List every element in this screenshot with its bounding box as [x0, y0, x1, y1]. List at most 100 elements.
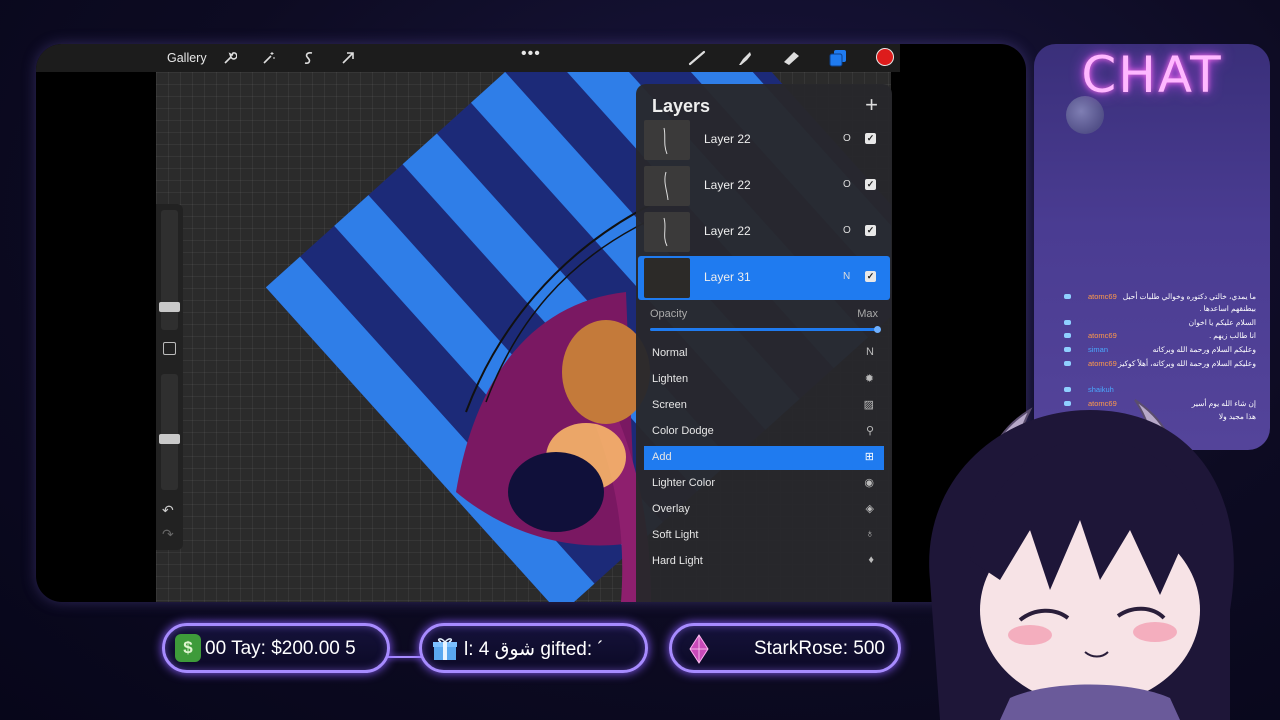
modify-button[interactable] — [163, 342, 176, 355]
layer-row[interactable]: Layer 22 O ✓ — [638, 118, 890, 162]
layers-icon[interactable] — [829, 50, 847, 67]
blend-mode-label: Normal — [652, 347, 688, 359]
opacity-slider-knob[interactable] — [874, 326, 881, 333]
blend-mode-label: Soft Light — [652, 529, 699, 541]
hatch-icon: ▨ — [863, 399, 874, 411]
layer-visibility-checkbox[interactable]: ✓ — [865, 225, 876, 236]
magic-wand-icon[interactable] — [262, 50, 276, 66]
right-blush — [1133, 622, 1177, 642]
chat-title: CHAT — [1081, 46, 1223, 104]
blend-mode-label: Hard Light — [652, 555, 703, 567]
gem-icon — [689, 634, 709, 664]
chat-username[interactable]: atomc69 — [1088, 359, 1117, 368]
opacity-slider[interactable] — [650, 326, 881, 333]
badge-icon — [1064, 333, 1071, 338]
chat-username[interactable]: atomc69 — [1088, 292, 1117, 301]
brush-size-slider[interactable] — [159, 210, 180, 330]
layer-thumbnail — [644, 212, 690, 252]
layer-visibility-checkbox[interactable]: ✓ — [865, 271, 876, 282]
layer-blend-mode[interactable]: N — [843, 271, 850, 282]
normal-icon: N — [866, 346, 874, 358]
stack-icon: ◈ — [865, 503, 874, 515]
blend-mode-label: Add — [652, 451, 672, 463]
brush-size-knob[interactable] — [159, 302, 180, 312]
layer-blend-mode[interactable]: O — [843, 133, 851, 144]
blend-mode-normal[interactable]: Normal N — [644, 342, 884, 366]
add-layer-button[interactable]: + — [865, 92, 878, 118]
layer-name: Layer 22 — [704, 132, 751, 146]
blend-mode-screen[interactable]: Screen ▨ — [644, 394, 884, 418]
tip-goal-box: $ 00 Tay: $200.00 5 — [162, 623, 390, 673]
layer-thumbnail — [644, 120, 690, 160]
transform-arrow-icon[interactable] — [341, 50, 355, 66]
layer-row-selected[interactable]: Layer 31 N ✓ — [638, 256, 890, 300]
blend-mode-label: Color Dodge — [652, 425, 714, 437]
circle-icon: ◉ — [864, 477, 874, 489]
chat-text: بيطنقهم اساعدها . — [1199, 304, 1256, 313]
layer-name: Layer 31 — [704, 270, 751, 284]
layer-row[interactable]: Layer 22 O ✓ — [638, 210, 890, 254]
redo-button[interactable]: ↷ — [162, 526, 174, 543]
selection-icon[interactable] — [302, 50, 316, 66]
vtuber-avatar — [929, 399, 1234, 720]
smudge-icon[interactable] — [735, 50, 753, 66]
sun-icon: ✹ — [864, 373, 874, 385]
gallery-button[interactable]: Gallery — [167, 50, 207, 66]
brush-icon[interactable] — [688, 50, 708, 66]
dodge-icon: ⚲ — [865, 425, 874, 437]
layer-row[interactable]: Layer 22 O ✓ — [638, 164, 890, 208]
layers-title: Layers — [652, 96, 711, 116]
chat-message: atomc69 وعليكم السلام ورحمة الله وبركاته،… — [1034, 359, 1270, 371]
gift-icon — [433, 638, 457, 660]
layer-thumbnail — [644, 166, 690, 206]
layer-name: Layer 22 — [704, 178, 751, 192]
chat-text: السلام عليكم يا اخوان — [1188, 318, 1256, 327]
chat-message: atomc69 ما يمدي، خالتي دكتوره وخوالي طلبا… — [1034, 292, 1270, 304]
layer-thumbnail — [644, 258, 690, 298]
badge-icon — [1064, 361, 1071, 366]
chat-message: atomc69 انا طالب زيهم . — [1034, 331, 1270, 343]
blend-mode-lighter-color[interactable]: Lighter Color ◉ — [644, 472, 884, 496]
sub-box: StarkRose: 500 — [669, 623, 901, 673]
art-dark-body — [508, 452, 604, 532]
gift-text: l: 4 شوق gifted: ´ — [464, 639, 604, 660]
more-options-button[interactable]: ••• — [521, 45, 541, 62]
brush-opacity-knob[interactable] — [159, 434, 180, 444]
blend-mode-soft-light[interactable]: Soft Light ♁ — [644, 524, 884, 548]
badge-icon — [1064, 294, 1071, 299]
layer-blend-mode[interactable]: O — [843, 179, 851, 190]
opacity-max-label: Max — [857, 308, 878, 320]
layer-blend-mode[interactable]: O — [843, 225, 851, 236]
brush-opacity-slider[interactable] — [159, 374, 180, 490]
chat-username[interactable]: atomc69 — [1088, 331, 1117, 340]
chat-message: siman وعليكم السلام ورحمة الله وبركاته — [1034, 345, 1270, 357]
tool-sidebar: ↶ ↷ — [156, 204, 183, 550]
layer-visibility-checkbox[interactable]: ✓ — [865, 179, 876, 190]
chat-username[interactable]: siman — [1088, 345, 1108, 354]
blend-mode-label: Lighten — [652, 373, 689, 385]
layer-visibility-checkbox[interactable]: ✓ — [865, 133, 876, 144]
chat-text: ما يمدي، خالتي دكتوره وخوالي طلبات أحبل — [1122, 292, 1256, 301]
blend-mode-add[interactable]: Add ⊞ — [644, 446, 884, 470]
color-swatch-button[interactable] — [876, 48, 894, 66]
gift-box: l: 4 شوق gifted: ´ — [419, 623, 648, 673]
blend-mode-hard-light[interactable]: Hard Light ♦ — [644, 550, 884, 574]
chat-text: وعليكم السلام ورحمة الله وبركاته — [1152, 345, 1256, 354]
plus-icon: ⊞ — [864, 451, 874, 463]
left-blush — [1008, 625, 1052, 645]
wrench-icon[interactable] — [223, 50, 237, 66]
layer-name: Layer 22 — [704, 224, 751, 238]
blend-mode-color-dodge[interactable]: Color Dodge ⚲ — [644, 420, 884, 444]
bulb-icon: ♁ — [865, 528, 874, 540]
chat-text: وعليكم السلام ورحمة الله وبركاته، أهلاً … — [1118, 359, 1256, 368]
undo-button[interactable]: ↶ — [162, 502, 174, 519]
blend-mode-lighten[interactable]: Lighten ✹ — [644, 368, 884, 392]
eraser-icon[interactable] — [781, 50, 801, 66]
blend-mode-overlay[interactable]: Overlay ◈ — [644, 498, 884, 522]
money-bag-icon: $ — [175, 634, 201, 662]
procreate-window: Gallery ••• ↶ ↷ Layers + Layer 22 O ✓ La… — [36, 44, 1026, 602]
layers-panel: Layers + Layer 22 O ✓ Layer 22 O ✓ Layer… — [636, 84, 892, 602]
badge-icon — [1064, 347, 1071, 352]
tip-text: 00 Tay: $200.00 5 — [205, 638, 356, 659]
bulb-filled-icon: ♦ — [868, 554, 874, 566]
